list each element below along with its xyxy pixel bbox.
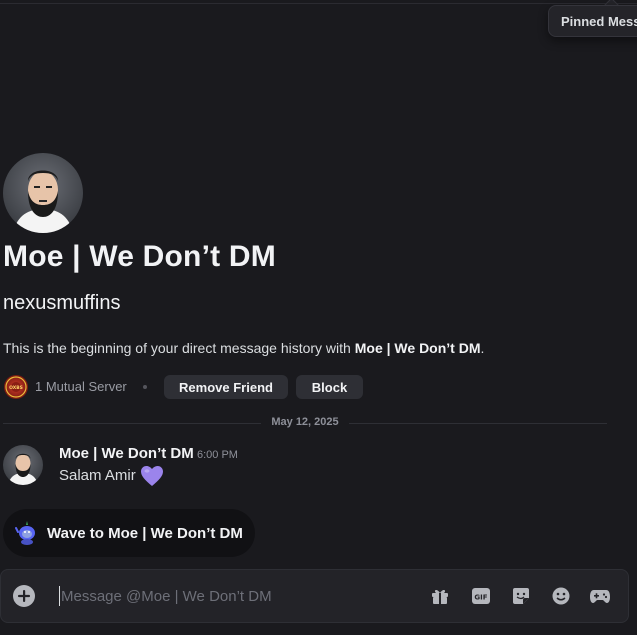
purple-heart-icon (140, 465, 164, 487)
message-author[interactable]: Moe | We Don’t DM (59, 445, 194, 462)
date-divider-label: May 12, 2025 (271, 416, 339, 428)
message-input[interactable] (61, 583, 411, 609)
pinned-messages-tooltip: Pinned Messages (548, 5, 637, 37)
user-portrait-icon (13, 170, 73, 233)
profile-display-name: Moe | We Don’t DM (3, 240, 276, 273)
gif-button[interactable]: GIF (470, 585, 492, 607)
date-divider-line (3, 423, 261, 424)
message-timestamp: 6:00 PM (197, 449, 238, 461)
wave-button-label: Wave to Moe | We Don’t DM (47, 524, 243, 542)
plus-circle-icon (18, 590, 30, 602)
mutual-server-icon[interactable]: OXBS (4, 375, 28, 399)
wumpus-wave-icon (15, 521, 35, 545)
intro-name: Moe | We Don’t DM (354, 340, 481, 356)
emoji-button[interactable] (550, 585, 572, 607)
message-avatar[interactable] (3, 445, 43, 485)
server-logo-icon: OXBS (5, 376, 27, 398)
upload-button[interactable] (13, 585, 35, 607)
dm-intro-text: This is the beginning of your direct mes… (3, 340, 484, 356)
gif-icon: GIF (472, 588, 490, 604)
emoji-icon (552, 587, 570, 605)
mutual-servers-link[interactable]: 1 Mutual Server (35, 379, 127, 394)
profile-username: nexusmuffins (3, 292, 121, 314)
gift-button[interactable] (429, 585, 451, 607)
intro-prefix: This is the beginning of your direct mes… (3, 340, 355, 356)
header-divider (0, 3, 637, 4)
user-portrait-icon (8, 453, 38, 485)
remove-friend-button[interactable]: Remove Friend (164, 375, 288, 399)
sticker-button[interactable] (510, 585, 532, 607)
profile-avatar[interactable] (3, 153, 83, 233)
server-icon-text: OXBS (9, 385, 23, 391)
gif-icon-label: GIF (474, 594, 487, 602)
separator-dot (143, 385, 147, 389)
activities-button[interactable] (589, 585, 611, 607)
dm-channel-view: Pinned Messages Moe | We Don’t DM nexusm… (0, 0, 637, 635)
wave-button[interactable]: Wave to Moe | We Don’t DM (3, 509, 255, 557)
date-divider-line (349, 423, 607, 424)
gift-icon (432, 589, 448, 604)
gamepad-icon (590, 590, 610, 603)
block-button[interactable]: Block (296, 375, 363, 399)
sticker-icon (513, 588, 529, 604)
intro-suffix: . (480, 340, 485, 356)
message-composer: GIF (0, 569, 629, 623)
text-caret (59, 586, 60, 606)
message-content: Salam Amir (59, 467, 136, 484)
